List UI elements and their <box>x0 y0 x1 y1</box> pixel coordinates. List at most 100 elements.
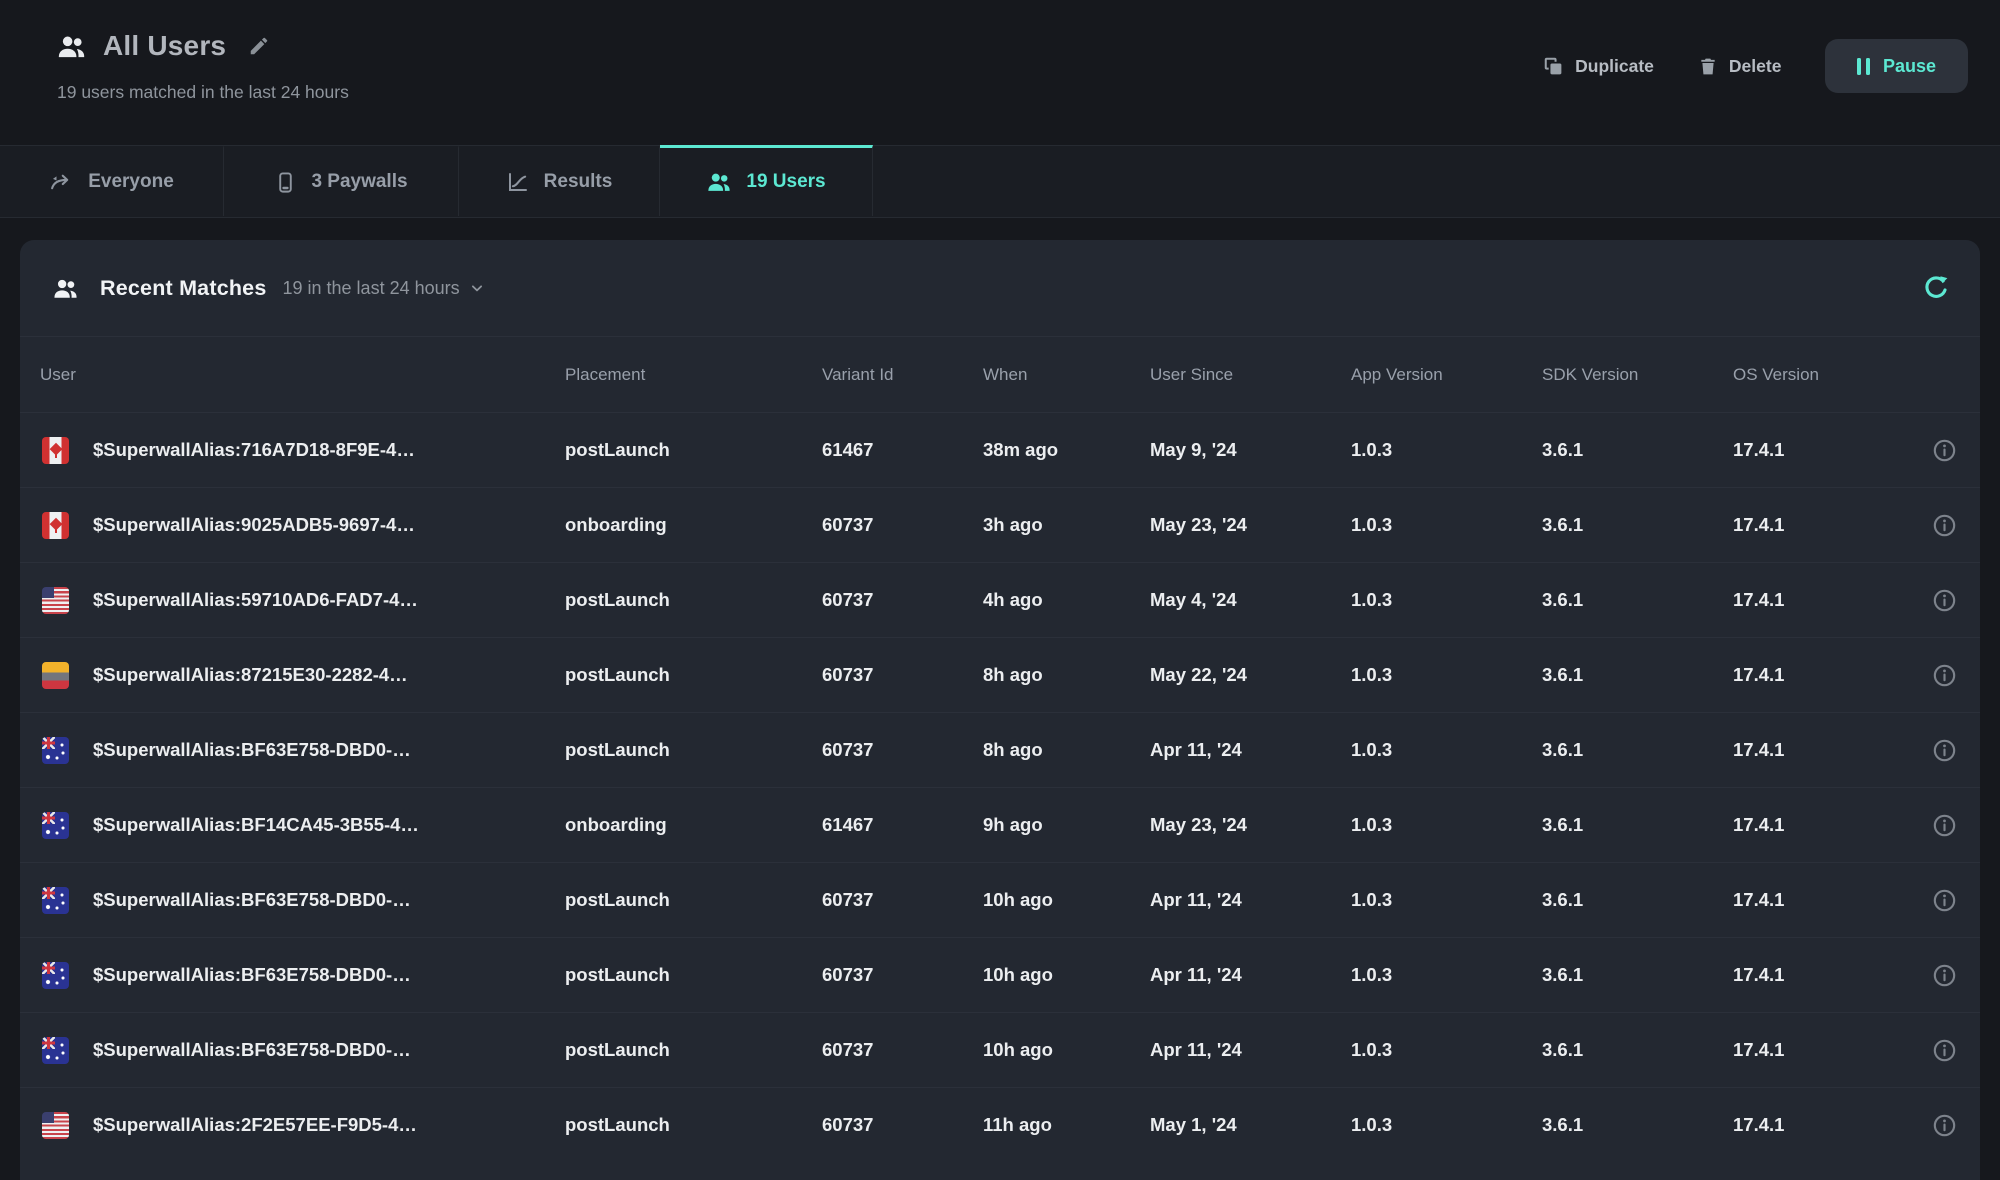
table-body: $SuperwallAlias:716A7D18-8F9E-4… postLau… <box>20 412 1980 1162</box>
info-icon <box>1931 1037 1958 1064</box>
cell-user-since: May 22, '24 <box>1150 664 1351 686</box>
edit-pencil-icon[interactable] <box>248 35 270 57</box>
cell-sdk-version: 3.6.1 <box>1542 589 1733 611</box>
trash-icon <box>1698 56 1718 77</box>
cell-variant-id: 60737 <box>822 514 983 536</box>
table-row[interactable]: $SuperwallAlias:9025ADB5-9697-4… onboard… <box>20 487 1980 562</box>
table-row[interactable]: $SuperwallAlias:BF63E758-DBD0-… postLaun… <box>20 712 1980 787</box>
info-button[interactable] <box>1931 512 1958 539</box>
tab-users[interactable]: 19 Users <box>660 145 873 216</box>
delete-button[interactable]: Delete <box>1698 56 1782 77</box>
cell-app-version: 1.0.3 <box>1351 514 1542 536</box>
cell-placement: postLaunch <box>565 439 822 461</box>
user-alias: $SuperwallAlias:BF63E758-DBD0-… <box>93 964 411 986</box>
table-row[interactable]: $SuperwallAlias:87215E30-2282-4… postLau… <box>20 637 1980 712</box>
country-flag-icon <box>42 587 69 614</box>
cell-user-since: May 23, '24 <box>1150 814 1351 836</box>
cell-variant-id: 60737 <box>822 1039 983 1061</box>
table-header-row: User Placement Variant Id When User Sinc… <box>20 336 1980 412</box>
user-alias: $SuperwallAlias:BF63E758-DBD0-… <box>93 1039 411 1061</box>
cell-os-version: 17.4.1 <box>1733 589 1908 611</box>
tab-paywalls[interactable]: 3 Paywalls <box>224 145 459 216</box>
table-row[interactable]: $SuperwallAlias:2F2E57EE-F9D5-4… postLau… <box>20 1087 1980 1162</box>
chevron-down-icon <box>468 279 486 297</box>
cell-os-version: 17.4.1 <box>1733 1114 1908 1136</box>
info-button[interactable] <box>1931 437 1958 464</box>
table-row[interactable]: $SuperwallAlias:BF63E758-DBD0-… postLaun… <box>20 862 1980 937</box>
time-range-dropdown[interactable]: 19 in the last 24 hours <box>283 278 486 299</box>
table-row[interactable]: $SuperwallAlias:BF63E758-DBD0-… postLaun… <box>20 1012 1980 1087</box>
info-button[interactable] <box>1931 737 1958 764</box>
info-button[interactable] <box>1931 587 1958 614</box>
info-icon <box>1931 437 1958 464</box>
info-button[interactable] <box>1931 1037 1958 1064</box>
cell-when: 10h ago <box>983 1039 1150 1061</box>
route-arrow-icon <box>49 170 74 195</box>
cell-os-version: 17.4.1 <box>1733 964 1908 986</box>
tab-paywalls-label: 3 Paywalls <box>311 171 407 193</box>
cell-when: 3h ago <box>983 514 1150 536</box>
cell-when: 10h ago <box>983 964 1150 986</box>
cell-variant-id: 60737 <box>822 889 983 911</box>
table-row[interactable]: $SuperwallAlias:716A7D18-8F9E-4… postLau… <box>20 412 1980 487</box>
tab-results[interactable]: Results <box>459 145 660 216</box>
column-header-app-version: App Version <box>1351 365 1542 385</box>
country-flag-icon <box>42 812 69 839</box>
user-alias: $SuperwallAlias:9025ADB5-9697-4… <box>93 514 415 536</box>
pause-button[interactable]: Pause <box>1825 39 1968 93</box>
cell-placement: postLaunch <box>565 739 822 761</box>
delete-label: Delete <box>1729 56 1782 77</box>
duplicate-button[interactable]: Duplicate <box>1543 56 1654 77</box>
info-button[interactable] <box>1931 812 1958 839</box>
country-flag-icon <box>42 1037 69 1064</box>
cell-user-since: May 9, '24 <box>1150 439 1351 461</box>
cell-variant-id: 61467 <box>822 814 983 836</box>
cell-sdk-version: 3.6.1 <box>1542 964 1733 986</box>
cell-os-version: 17.4.1 <box>1733 814 1908 836</box>
cell-app-version: 1.0.3 <box>1351 889 1542 911</box>
recent-matches-card: Recent Matches 19 in the last 24 hours U… <box>20 240 1980 1180</box>
duplicate-label: Duplicate <box>1575 56 1654 77</box>
country-flag-icon <box>42 962 69 989</box>
table-row[interactable]: $SuperwallAlias:BF14CA45-3B55-4… onboard… <box>20 787 1980 862</box>
info-button[interactable] <box>1931 887 1958 914</box>
cell-user-since: Apr 11, '24 <box>1150 964 1351 986</box>
cell-variant-id: 60737 <box>822 964 983 986</box>
user-alias: $SuperwallAlias:2F2E57EE-F9D5-4… <box>93 1114 417 1136</box>
cell-app-version: 1.0.3 <box>1351 664 1542 686</box>
user-alias: $SuperwallAlias:87215E30-2282-4… <box>93 664 408 686</box>
info-button[interactable] <box>1931 662 1958 689</box>
cell-sdk-version: 3.6.1 <box>1542 439 1733 461</box>
user-alias: $SuperwallAlias:716A7D18-8F9E-4… <box>93 439 415 461</box>
info-icon <box>1931 1112 1958 1139</box>
cell-placement: postLaunch <box>565 889 822 911</box>
info-button[interactable] <box>1931 962 1958 989</box>
phone-icon <box>274 171 297 194</box>
cell-app-version: 1.0.3 <box>1351 964 1542 986</box>
info-button[interactable] <box>1931 1112 1958 1139</box>
tab-everyone[interactable]: Everyone <box>0 145 224 216</box>
user-alias: $SuperwallAlias:BF63E758-DBD0-… <box>93 889 411 911</box>
cell-os-version: 17.4.1 <box>1733 514 1908 536</box>
refresh-button[interactable] <box>1921 273 1951 303</box>
cell-placement: onboarding <box>565 514 822 536</box>
column-header-when: When <box>983 365 1150 385</box>
column-header-user: User <box>40 365 565 385</box>
cell-when: 9h ago <box>983 814 1150 836</box>
tab-results-label: Results <box>544 171 613 193</box>
cell-os-version: 17.4.1 <box>1733 439 1908 461</box>
info-icon <box>1931 587 1958 614</box>
cell-when: 38m ago <box>983 439 1150 461</box>
country-flag-icon <box>42 437 69 464</box>
cell-app-version: 1.0.3 <box>1351 589 1542 611</box>
column-header-variant-id: Variant Id <box>822 365 983 385</box>
cell-app-version: 1.0.3 <box>1351 814 1542 836</box>
info-icon <box>1931 887 1958 914</box>
info-icon <box>1931 662 1958 689</box>
refresh-icon <box>1921 273 1951 303</box>
cell-sdk-version: 3.6.1 <box>1542 739 1733 761</box>
country-flag-icon <box>42 1112 69 1139</box>
table-row[interactable]: $SuperwallAlias:BF63E758-DBD0-… postLaun… <box>20 937 1980 1012</box>
tab-bar: Everyone 3 Paywalls Results 19 Users <box>0 145 2000 218</box>
table-row[interactable]: $SuperwallAlias:59710AD6-FAD7-4… postLau… <box>20 562 1980 637</box>
